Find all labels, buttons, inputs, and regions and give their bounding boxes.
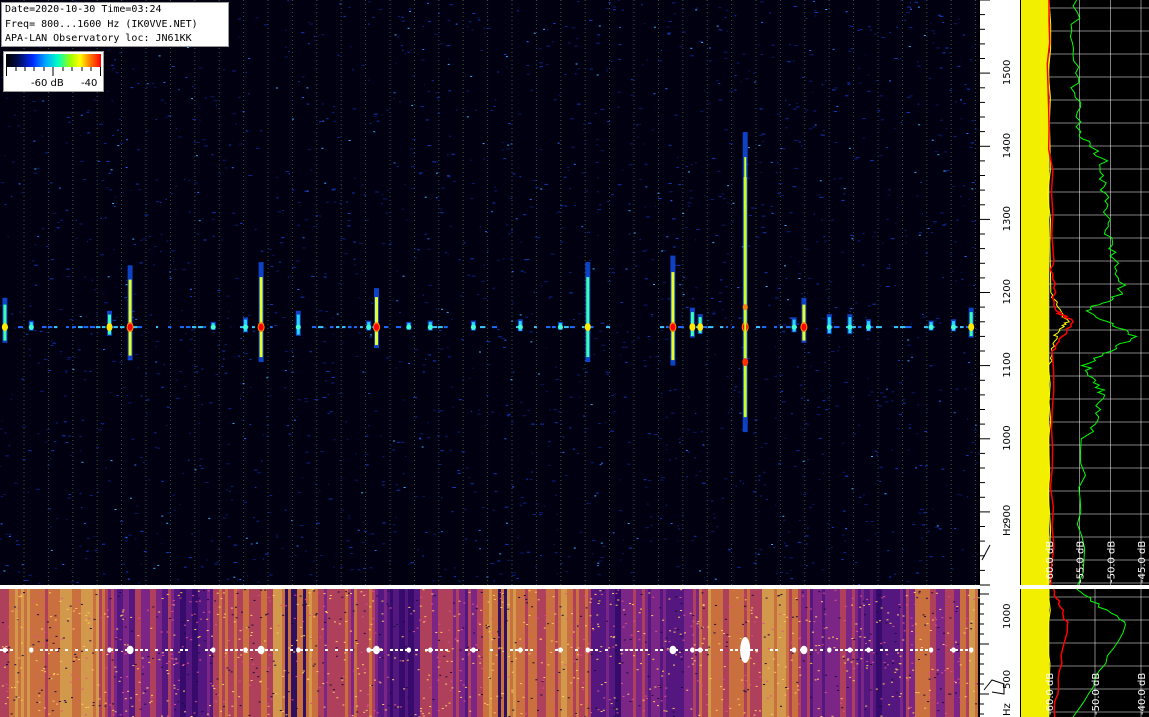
lower-pulse-mark-18 — [690, 647, 695, 653]
pulse-mark-3 — [106, 310, 113, 336]
pulse-mark-22 — [800, 297, 808, 343]
lower-pulse-mark-4 — [126, 645, 134, 655]
pulse-mark-2 — [28, 320, 34, 331]
lower-pulse-mark-21 — [791, 647, 797, 653]
pulse-mark-8 — [295, 310, 301, 336]
spectrum-db-label: -55.0 dB — [1076, 541, 1087, 583]
pulse-mark-14 — [517, 319, 523, 332]
lower-frequency-tick-label: 1000 — [1002, 604, 1013, 629]
spectrum-db-label: -50.0 dB — [1106, 541, 1117, 583]
lower-pulse-mark-7 — [257, 645, 265, 655]
color-scale-gradient — [6, 54, 101, 67]
pulse-mark-24 — [847, 314, 853, 335]
pulse-mark-12 — [427, 320, 433, 331]
lower-pulse-mark-27 — [951, 647, 956, 653]
lower-pulse-mark-25 — [866, 647, 871, 653]
pulse-mark-7 — [257, 262, 265, 363]
lower-pulse-mark-2 — [29, 647, 34, 653]
pulse-mark-21 — [791, 317, 797, 333]
lower-pulse-mark-28 — [969, 647, 974, 653]
pulse-mark-6 — [243, 317, 248, 333]
pulse-mark-19 — [697, 314, 704, 335]
frequency-unit-label: Hz — [1002, 523, 1013, 536]
lower-pulse-mark-1 — [2, 647, 8, 653]
pulse-mark-1 — [1, 297, 8, 343]
color-scale-low-label: -60 dB — [31, 78, 64, 89]
lower-waterfall-columns — [0, 589, 978, 717]
spectrum-db-label: -60.0 dB — [1045, 541, 1056, 583]
lower-frequency-axis-panel — [980, 589, 1020, 717]
pulse-mark-16 — [584, 262, 591, 363]
lower-pulse-mark-5 — [211, 647, 216, 653]
lower-pulse-mark-6 — [243, 647, 248, 653]
frequency-tick-label: 1100 — [1002, 352, 1013, 377]
lower-pulse-mark-9 — [366, 647, 371, 653]
lower-pulse-mark-10 — [373, 645, 380, 655]
pulse-mark-26 — [928, 320, 934, 331]
pulse-mark-5 — [210, 321, 216, 330]
spectrum-db-label: -45.0 dB — [1137, 541, 1148, 583]
frequency-tick-label: 1400 — [1002, 133, 1013, 158]
observatory-text: APA-LAN Observatory loc: JN61KK — [5, 33, 192, 44]
lower-pulse-mark-22 — [800, 645, 808, 655]
lower-frequency-unit-label: Hz — [1002, 703, 1013, 716]
pulse-mark-28 — [968, 307, 975, 338]
pulse-mark-4 — [126, 265, 134, 361]
pulse-mark-10 — [373, 288, 380, 349]
frequency-tick-label: 1500 — [1002, 60, 1013, 85]
spectrum-db-label: -50.0 dB — [1091, 673, 1102, 715]
frequency-tick-label: 1300 — [1002, 206, 1013, 231]
color-scale-ticks — [6, 67, 101, 76]
frequency-tick-label: 1200 — [1002, 279, 1013, 304]
lower-pulse-mark-19 — [698, 647, 703, 653]
frequency-tick-label: 900 — [1002, 505, 1013, 524]
lower-pulse-mark-8 — [296, 647, 301, 653]
spectrum-average-fill-1 — [1021, 0, 1049, 585]
pulse-mark-11 — [406, 321, 412, 330]
spectrogram-window: 900 1000 1100 1200 1300 1400 1500 Hz 1000 500 Hz -6… — [0, 0, 1149, 717]
color-scale-legend: -60 dB -40 — [3, 51, 104, 92]
pulse-mark-18 — [689, 307, 696, 338]
lower-pulse-mark-24 — [847, 647, 853, 653]
pulse-mark-17 — [669, 255, 677, 366]
date-time-text: Date=2020-10-30 Time=03:24 — [5, 4, 162, 15]
pulse-mark-15 — [557, 321, 563, 330]
pulse-mark-27 — [951, 319, 956, 332]
pulse-mark-13 — [470, 320, 476, 331]
panel-separator — [0, 585, 1149, 589]
lower-pulse-mark-12 — [428, 647, 433, 653]
spectrum-db-label: -40.0 dB — [1137, 673, 1148, 715]
pulse-mark-9 — [366, 320, 372, 331]
lower-pulse-mark-14 — [518, 647, 523, 653]
color-scale-high-label: -40 — [81, 78, 98, 89]
spectrogram-canvas: 900100011001200130014001500Hz1000500Hz-6… — [0, 0, 1149, 717]
pulse-mark-25 — [866, 319, 871, 332]
lower-pulse-mark-13 — [471, 647, 476, 653]
lower-pulse-mark-23 — [827, 647, 832, 653]
lower-pulse-mark-11 — [406, 647, 411, 653]
lower-big-pulse — [740, 637, 751, 663]
frequency-tick-label: 1000 — [1002, 425, 1013, 450]
lower-pulse-mark-16 — [585, 647, 590, 653]
lower-pulse-mark-15 — [558, 647, 563, 653]
info-box: Date=2020-10-30 Time=03:24 Freq= 800...1… — [1, 2, 229, 47]
lower-pulse-mark-17 — [669, 645, 677, 655]
pulse-mark-23 — [826, 314, 832, 335]
frequency-range-text: Freq= 800...1600 Hz (IK0VVE.NET) — [5, 18, 198, 30]
lower-pulse-mark-26 — [928, 647, 934, 653]
spectrum-db-label: -60.0 dB — [1045, 673, 1056, 715]
lower-pulse-mark-3 — [107, 647, 112, 653]
